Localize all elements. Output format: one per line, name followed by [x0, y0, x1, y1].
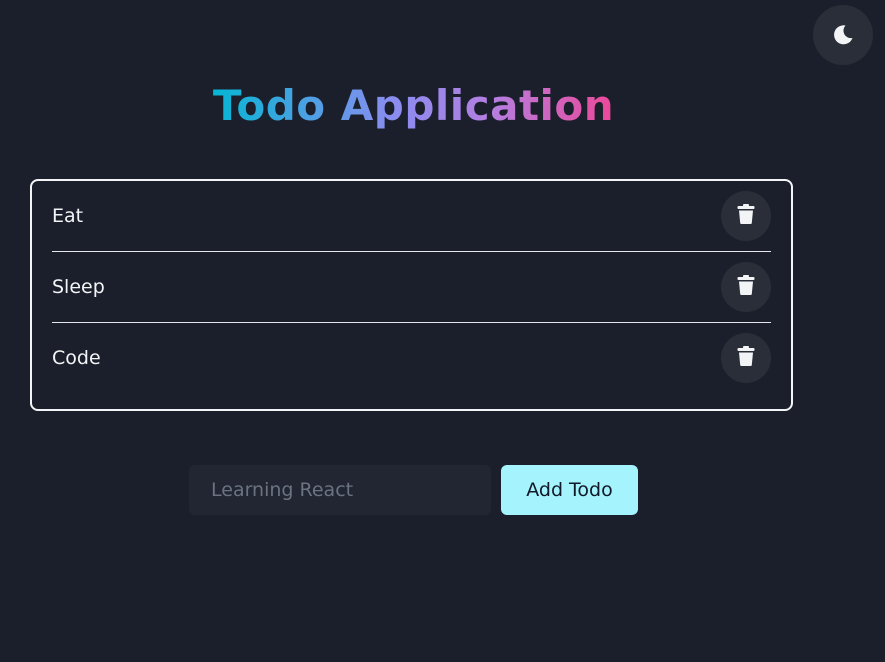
todo-item: Code [52, 323, 771, 393]
todo-app: Todo Application Eat Sleep Code Learning… [0, 0, 885, 662]
moon-icon [831, 23, 855, 47]
add-todo-form: Add Todo [189, 465, 638, 515]
todo-input[interactable] [189, 465, 491, 515]
trash-icon [737, 346, 755, 370]
todo-text: Eat [52, 205, 84, 227]
trash-icon [737, 204, 755, 228]
todo-item: Eat [52, 181, 771, 252]
todo-text: Sleep [52, 276, 105, 298]
trash-icon [737, 275, 755, 299]
delete-todo-button[interactable] [721, 333, 771, 383]
todo-text: Code [52, 347, 101, 369]
delete-todo-button[interactable] [721, 191, 771, 241]
todo-item: Sleep [52, 252, 771, 323]
page-title: Todo Application [212, 81, 615, 130]
todo-list: Eat Sleep Code [30, 179, 793, 411]
theme-toggle-button[interactable] [813, 5, 873, 65]
add-todo-button[interactable]: Add Todo [501, 465, 638, 515]
delete-todo-button[interactable] [721, 262, 771, 312]
